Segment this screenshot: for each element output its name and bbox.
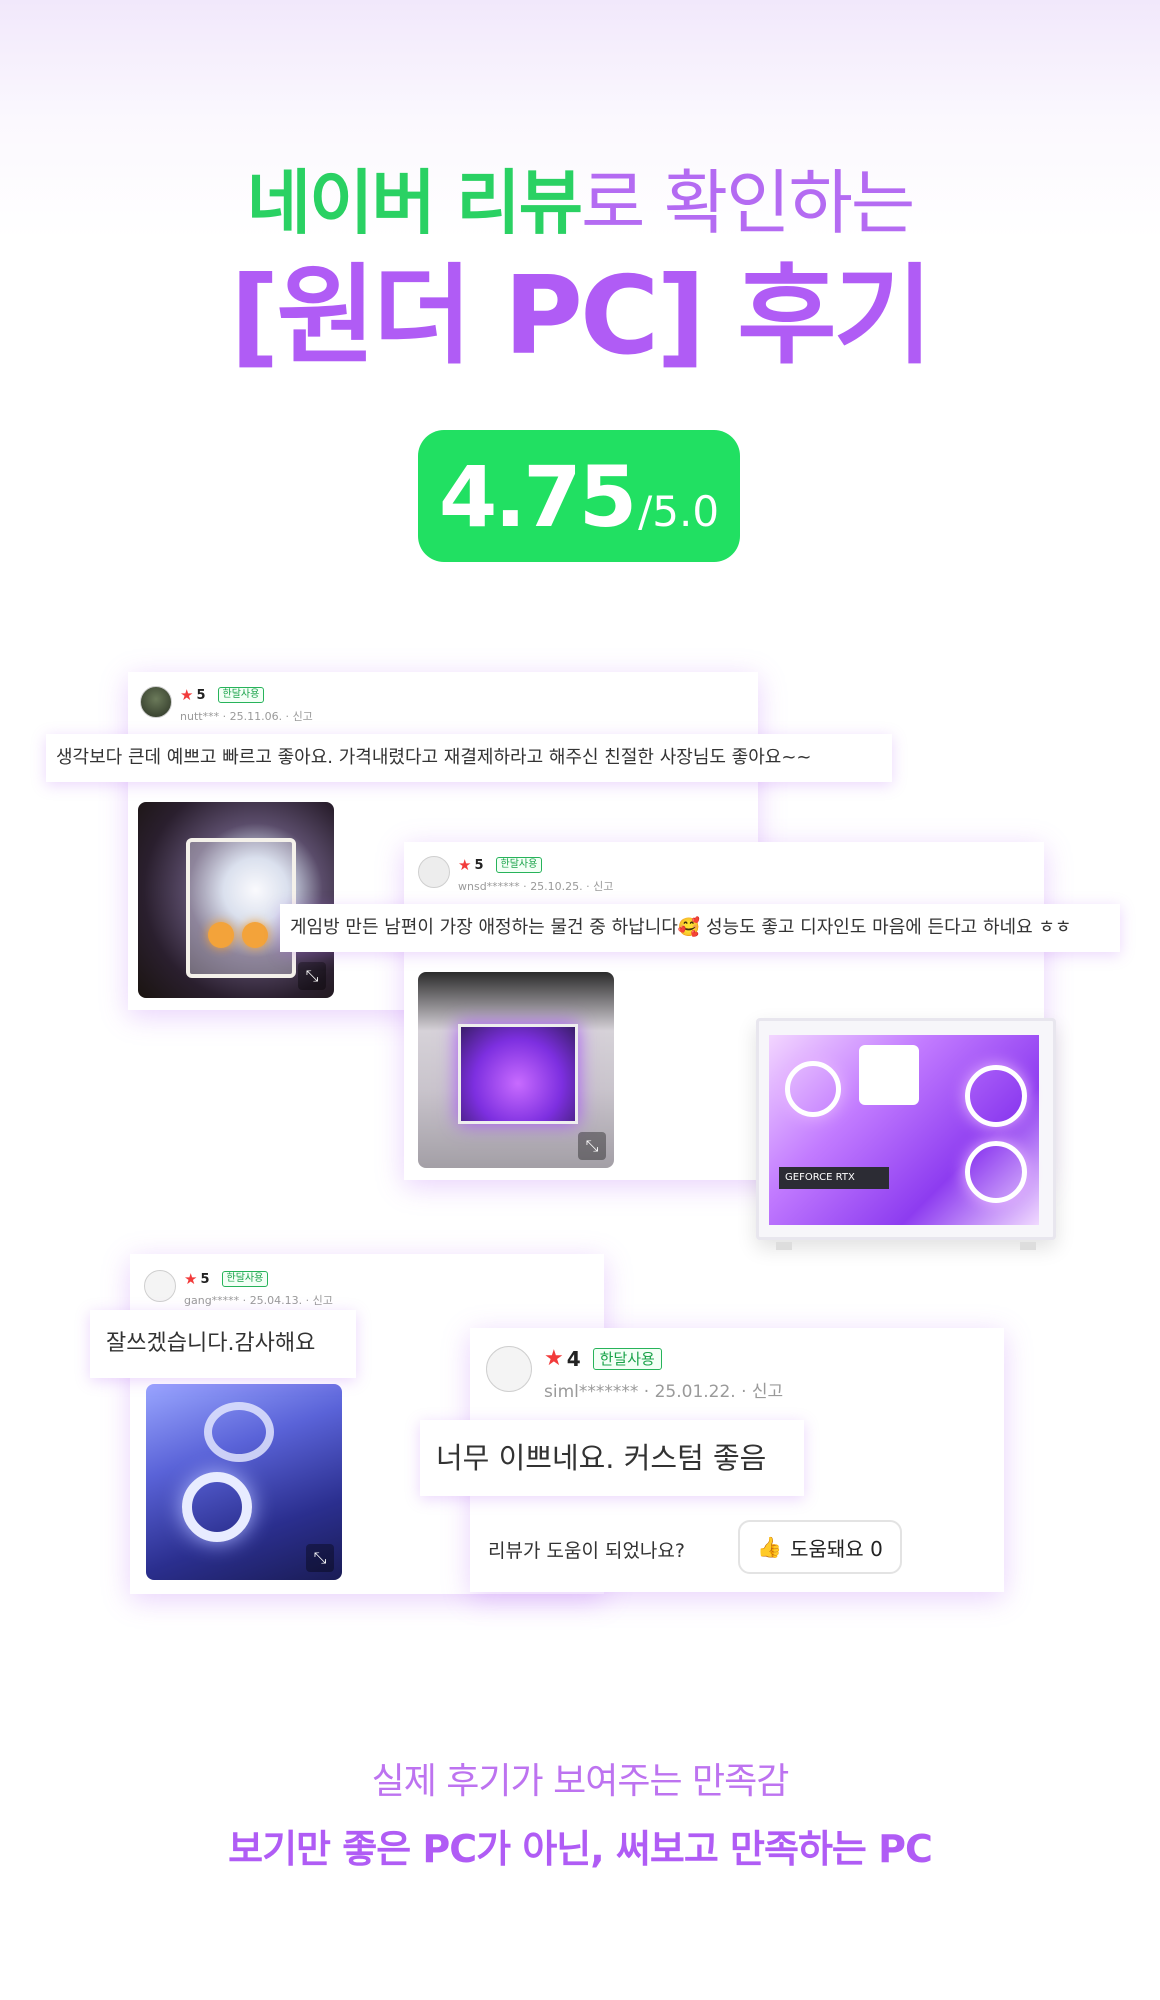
review-date: 25.01.22. <box>654 1382 736 1402</box>
usage-badge: 한달사용 <box>592 1347 662 1370</box>
product-pc-image: GEFORCE RTX <box>756 1018 1060 1260</box>
helpful-button-label: 도움돼요 0 <box>790 1536 883 1561</box>
gpu-label: GEFORCE RTX <box>779 1167 889 1189</box>
rating-value: 4.75 <box>438 448 637 546</box>
report-link[interactable]: 신고 <box>293 710 313 723</box>
footer-line-2: 보기만 좋은 PC가 아닌, 써보고 만족하는 PC <box>228 1827 933 1871</box>
expand-icon[interactable]: ⤡ <box>578 1132 606 1160</box>
usage-badge: 한달사용 <box>221 1271 269 1287</box>
expand-icon[interactable]: ⤡ <box>306 1544 334 1572</box>
rating-max: /5.0 <box>638 487 720 536</box>
avatar <box>418 856 450 888</box>
review-comment-4: 너무 이쁘네요. 커스텀 좋음 <box>420 1420 804 1496</box>
headline-rest: 로 확인하는 <box>581 162 915 244</box>
thumbs-up-icon: 👍 <box>757 1535 783 1559</box>
headline-subtitle: 네이버 리뷰로 확인하는 <box>0 158 1160 248</box>
review-photo[interactable]: ⤡ <box>146 1384 342 1580</box>
star-icon: ★ <box>458 856 472 874</box>
helpful-question: 리뷰가 도움이 되었나요? <box>488 1540 685 1562</box>
helpful-button[interactable]: 👍 도움돼요 0 <box>738 1520 902 1574</box>
review-photo[interactable]: ⤡ <box>418 972 614 1168</box>
review-comment-1: 생각보다 큰데 예쁘고 빠르고 좋아요. 가격내렸다고 재결제하라고 해주신 친… <box>46 734 892 782</box>
usage-badge: 한달사용 <box>495 857 543 873</box>
review-score: 5 <box>200 1271 210 1287</box>
review-photo[interactable]: ⤡ <box>138 802 334 998</box>
rating-pill: 4.75 /5.0 <box>418 430 740 562</box>
usage-badge: 한달사용 <box>217 687 265 703</box>
review-comment-2: 게임방 만든 남편이 가장 애정하는 물건 중 하납니다🥰 성능도 좋고 디자인… <box>280 904 1120 952</box>
report-link[interactable]: 신고 <box>313 1294 333 1307</box>
star-icon: ★ <box>180 686 194 704</box>
avatar <box>140 686 172 718</box>
review-score: 5 <box>474 857 484 873</box>
star-icon: ★ <box>184 1270 198 1288</box>
avatar <box>144 1270 176 1302</box>
review-user: wnsd****** <box>458 880 520 893</box>
review-user: nutt*** <box>180 710 220 723</box>
footer-line-1: 실제 후기가 보여주는 만족감 <box>371 1761 790 1802</box>
review-user: siml******* <box>544 1382 639 1402</box>
review-user: gang***** <box>184 1294 240 1307</box>
avatar <box>486 1346 532 1392</box>
headline-highlight: 네이버 리뷰 <box>246 162 583 244</box>
helpful-row: 리뷰가 도움이 되었나요? 👍 도움돼요 0 <box>470 1518 1004 1578</box>
report-link[interactable]: 신고 <box>593 880 613 893</box>
expand-icon[interactable]: ⤡ <box>298 962 326 990</box>
review-date: 25.10.25. <box>530 880 583 893</box>
review-score: 4 <box>566 1346 581 1371</box>
review-date: 25.04.13. <box>249 1294 303 1307</box>
star-icon: ★ <box>544 1346 564 1371</box>
review-date: 25.11.06. <box>229 710 283 723</box>
review-comment-3: 잘쓰겠습니다.감사해요 <box>90 1310 356 1378</box>
report-link[interactable]: 신고 <box>752 1382 783 1402</box>
page-title: [원더 PC] 후기 <box>230 254 933 379</box>
review-score: 5 <box>196 687 206 703</box>
